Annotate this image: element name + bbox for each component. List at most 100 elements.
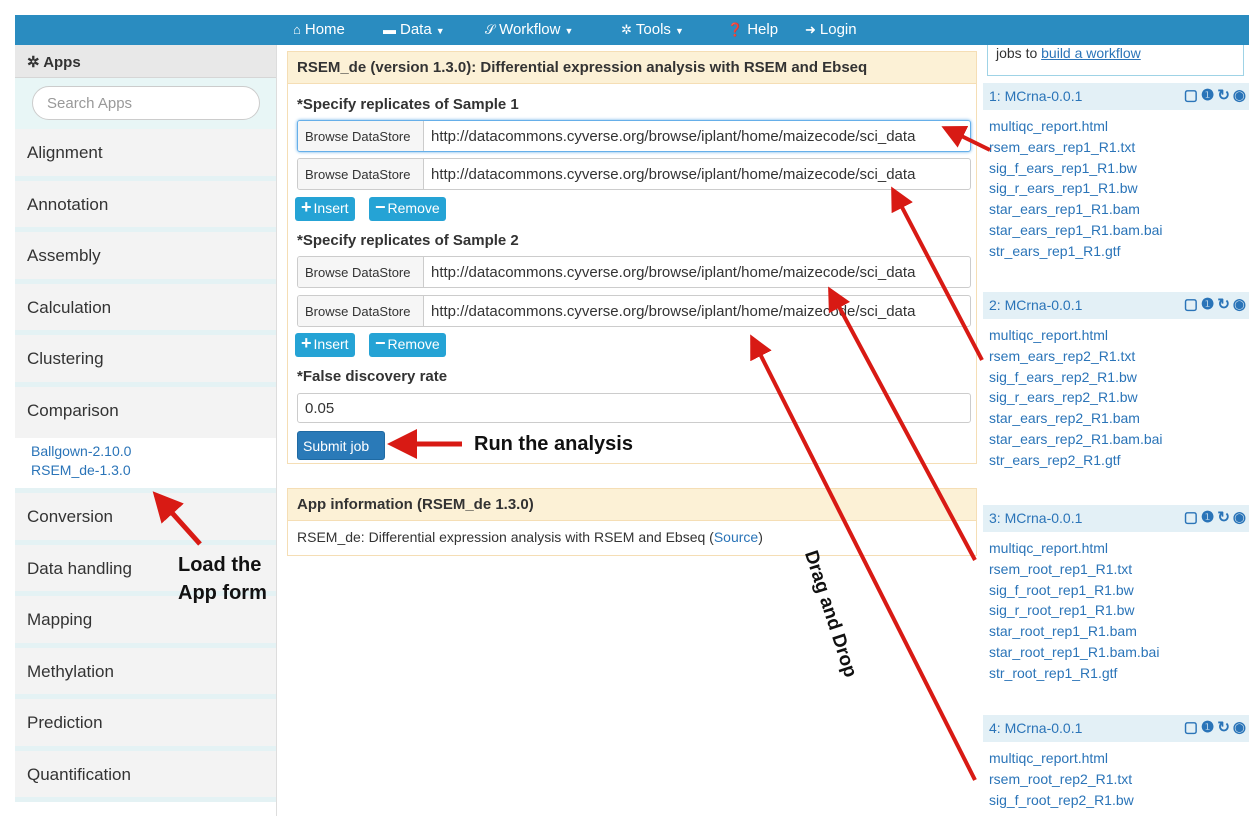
nav-login-label: Login xyxy=(819,21,857,38)
job-action-icons[interactable]: ▢❶↻◉ xyxy=(1184,86,1249,104)
minus-icon: − xyxy=(375,197,386,217)
job-file[interactable]: sig_r_root_rep1_R1.bw xyxy=(989,600,1243,621)
job-history-panel: jobs to build a workflow 1: MCrna-0.0.1 ▢… xyxy=(983,45,1249,816)
category-quantification[interactable]: Quantification xyxy=(15,750,276,802)
app-info-title: App information (RSEM_de 1.3.0) xyxy=(288,489,976,521)
job-action-icons[interactable]: ▢❶↻◉ xyxy=(1184,295,1249,313)
app-link-ballgown[interactable]: Ballgown-2.10.0 xyxy=(31,442,276,461)
gear-icon: ✲ xyxy=(621,22,632,37)
apps-header: ✲ Apps xyxy=(15,45,276,78)
job-file[interactable]: star_ears_rep2_R1.bam xyxy=(989,408,1243,429)
category-conversion[interactable]: Conversion xyxy=(15,493,276,545)
sample1-remove-button[interactable]: − Remove xyxy=(369,197,446,221)
job-file[interactable]: rsem_ears_rep2_R1.txt xyxy=(989,346,1243,367)
job-file[interactable]: rsem_root_rep2_R1.txt xyxy=(989,769,1243,790)
sample2-replicate2-field[interactable]: Browse DataStore http://datacommons.cyve… xyxy=(297,295,971,327)
minus-icon: − xyxy=(375,333,386,353)
browse-datastore-button[interactable]: Browse DataStore xyxy=(298,121,424,151)
nav-data[interactable]: ▬ Data ▼ xyxy=(383,21,445,38)
job-file[interactable]: sig_f_ears_rep1_R1.bw xyxy=(989,158,1243,179)
nav-workflow-label: Workflow xyxy=(499,21,561,38)
job-file[interactable]: multiqc_report.html xyxy=(989,748,1243,769)
browse-datastore-button[interactable]: Browse DataStore xyxy=(298,159,424,189)
gear-icon: ✲ xyxy=(27,54,44,71)
remove-label: Remove xyxy=(387,200,440,216)
job-file-list: multiqc_report.html rsem_ears_rep1_R1.tx… xyxy=(983,110,1249,262)
job-file[interactable]: multiqc_report.html xyxy=(989,538,1243,559)
category-alignment[interactable]: Alignment xyxy=(15,129,276,181)
job-header[interactable]: 4: MCrna-0.0.1 ▢❶↻◉ xyxy=(983,715,1249,742)
job-file[interactable]: str_ears_rep1_R1.gtf xyxy=(989,241,1243,262)
fdr-input[interactable]: 0.05 xyxy=(297,393,971,423)
submit-job-button[interactable]: Submit job xyxy=(297,431,385,460)
comparison-app-list: Ballgown-2.10.0 RSEM_de-1.3.0 xyxy=(15,438,276,493)
job-file[interactable]: sig_f_root_rep2_R1.bw xyxy=(989,790,1243,811)
job-file[interactable]: str_ears_rep2_R1.gtf xyxy=(989,450,1243,471)
app-info-description: RSEM_de: Differential expression analysi… xyxy=(288,521,976,553)
plus-icon: + xyxy=(301,197,312,217)
job-file[interactable]: multiqc_report.html xyxy=(989,116,1243,137)
workflow-hint: jobs to build a workflow xyxy=(987,45,1244,76)
job-header[interactable]: 3: MCrna-0.0.1 ▢❶↻◉ xyxy=(983,505,1249,532)
nav-workflow[interactable]: 𝒮 Workflow ▼ xyxy=(485,21,573,38)
job-action-icons[interactable]: ▢❶↻◉ xyxy=(1184,718,1249,736)
job-file[interactable]: star_root_rep1_R1.bam xyxy=(989,621,1243,642)
job-file[interactable]: rsem_root_rep1_R1.txt xyxy=(989,559,1243,580)
job-file[interactable]: rsem_ears_rep1_R1.txt xyxy=(989,137,1243,158)
insert-label: Insert xyxy=(313,336,349,352)
build-workflow-link[interactable]: build a workflow xyxy=(1041,45,1141,61)
datastore-url-input[interactable]: http://datacommons.cyverse.org/browse/ip… xyxy=(424,257,970,287)
nav-help[interactable]: ❓ Help xyxy=(727,21,778,38)
search-apps-input[interactable] xyxy=(32,86,260,120)
category-comparison[interactable]: Comparison xyxy=(15,386,276,438)
job-header[interactable]: 2: MCrna-0.0.1 ▢❶↻◉ xyxy=(983,292,1249,319)
category-prediction[interactable]: Prediction xyxy=(15,699,276,751)
insert-label: Insert xyxy=(313,200,349,216)
app-link-rsem-de[interactable]: RSEM_de-1.3.0 xyxy=(31,461,276,480)
datastore-url-input[interactable]: http://datacommons.cyverse.org/browse/ip… xyxy=(424,121,970,151)
sample1-replicate1-field[interactable]: Browse DataStore http://datacommons.cyve… xyxy=(297,120,971,152)
job-file[interactable]: str_root_rep1_R1.gtf xyxy=(989,663,1243,684)
sample1-label: *Specify replicates of Sample 1 xyxy=(297,96,519,113)
nav-login[interactable]: ➜ Login xyxy=(805,21,857,38)
sample2-replicate1-field[interactable]: Browse DataStore http://datacommons.cyve… xyxy=(297,256,971,288)
source-link[interactable]: Source xyxy=(714,529,758,545)
job-file[interactable]: sig_r_ears_rep1_R1.bw xyxy=(989,178,1243,199)
category-calculation[interactable]: Calculation xyxy=(15,283,276,335)
job-file[interactable]: star_ears_rep1_R1.bam xyxy=(989,199,1243,220)
job-header[interactable]: 1: MCrna-0.0.1 ▢❶↻◉ xyxy=(983,83,1249,110)
caret-down-icon: ▼ xyxy=(564,26,574,36)
datastore-url-input[interactable]: http://datacommons.cyverse.org/browse/ip… xyxy=(424,159,970,189)
top-navbar: ⌂ Home ▬ Data ▼ 𝒮 Workflow ▼ ✲ Tools ▼ ❓ Help ➜ L… xyxy=(15,15,1249,45)
job-file[interactable]: multiqc_report.html xyxy=(989,325,1243,346)
browse-datastore-button[interactable]: Browse DataStore xyxy=(298,296,424,326)
sample2-remove-button[interactable]: − Remove xyxy=(369,333,446,357)
job-file[interactable]: star_ears_rep1_R1.bam.bai xyxy=(989,220,1243,241)
category-assembly[interactable]: Assembly xyxy=(15,232,276,284)
job-file-list: multiqc_report.html rsem_ears_rep2_R1.tx… xyxy=(983,319,1249,471)
datastore-url-input[interactable]: http://datacommons.cyverse.org/browse/ip… xyxy=(424,296,970,326)
apps-sidebar: ✲ Apps Alignment Annotation Assembly Cal… xyxy=(15,45,277,816)
nav-tools[interactable]: ✲ Tools ▼ xyxy=(621,21,684,38)
sample2-insert-button[interactable]: + Insert xyxy=(295,333,355,357)
caret-down-icon: ▼ xyxy=(435,26,445,36)
nav-home-label: Home xyxy=(304,21,345,38)
job-file[interactable]: sig_f_root_rep1_R1.bw xyxy=(989,580,1243,601)
laptop-icon: ▬ xyxy=(383,22,396,37)
job-file[interactable]: star_ears_rep2_R1.bam.bai xyxy=(989,429,1243,450)
hint-text: jobs to xyxy=(996,45,1042,61)
category-annotation[interactable]: Annotation xyxy=(15,180,276,232)
sample1-insert-button[interactable]: + Insert xyxy=(295,197,355,221)
job-file[interactable]: sig_r_ears_rep2_R1.bw xyxy=(989,387,1243,408)
category-clustering[interactable]: Clustering xyxy=(15,335,276,387)
browse-datastore-button[interactable]: Browse DataStore xyxy=(298,257,424,287)
job-action-icons[interactable]: ▢❶↻◉ xyxy=(1184,508,1249,526)
nav-home[interactable]: ⌂ Home xyxy=(293,21,345,38)
job-file[interactable]: star_root_rep1_R1.bam.bai xyxy=(989,642,1243,663)
job-title: 4: MCrna-0.0.1 xyxy=(989,720,1083,736)
job-file[interactable]: sig_f_ears_rep2_R1.bw xyxy=(989,367,1243,388)
sample2-label: *Specify replicates of Sample 2 xyxy=(297,232,519,249)
sample1-replicate2-field[interactable]: Browse DataStore http://datacommons.cyve… xyxy=(297,158,971,190)
plus-icon: + xyxy=(301,333,312,353)
category-methylation[interactable]: Methylation xyxy=(15,647,276,699)
